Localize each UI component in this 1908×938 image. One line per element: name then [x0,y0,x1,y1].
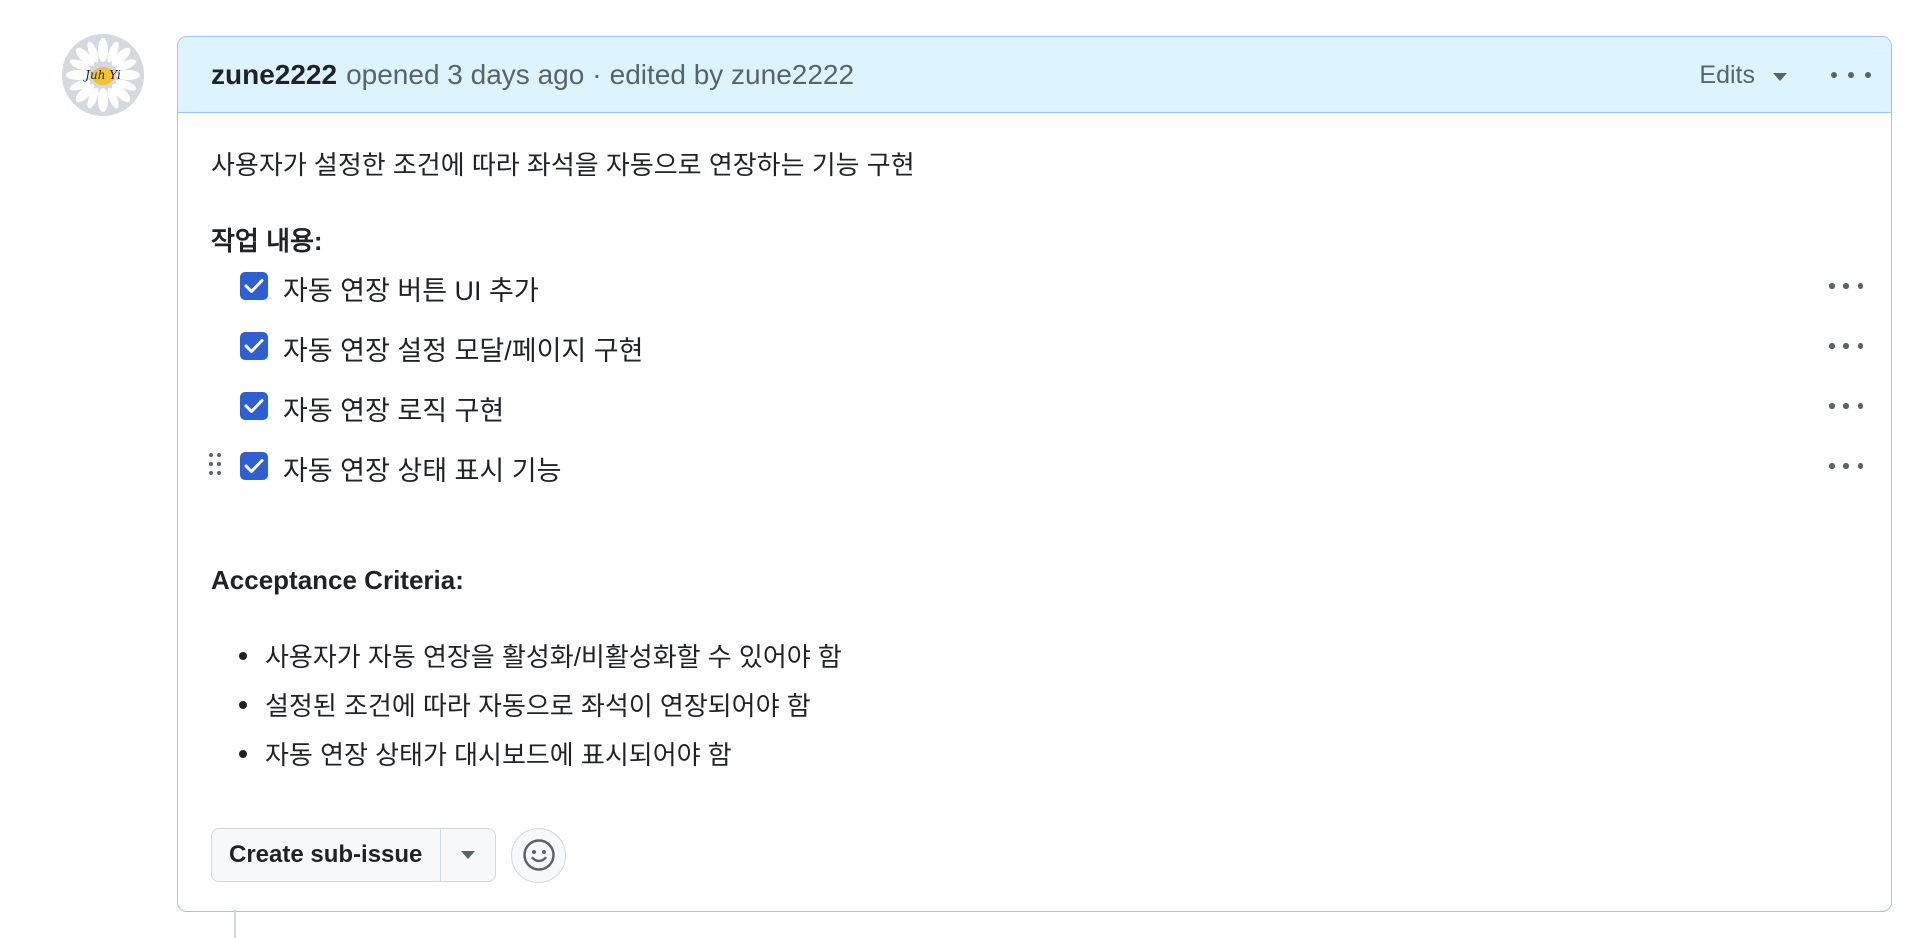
grabber-dot [209,471,213,475]
list-item: 설정된 조건에 따라 자동으로 좌석이 연장되어야 함 [239,686,811,723]
bullet-icon [239,700,247,709]
task-checkbox[interactable] [240,452,268,480]
create-sub-issue-button[interactable]: Create sub-issue [212,829,440,881]
issue-comment-box: zune2222 opened 3 days ago · edited by zun… [177,36,1892,912]
task-options-button[interactable] [1829,281,1863,291]
comment-header: zune2222 opened 3 days ago · edited by zun… [178,37,1891,113]
grabber-icon[interactable] [209,453,221,477]
task-options-button[interactable] [1829,401,1863,411]
author-avatar[interactable]: Juh Yi [62,34,144,116]
kebab-horizontal-icon [1829,283,1835,289]
task-item: 자동 연장 버튼 UI 추가 [178,261,1891,311]
edits-label: Edits [1699,60,1755,89]
check-icon [244,459,264,473]
edited-by-text[interactable]: edited by zune2222 [610,59,854,90]
kebab-horizontal-icon [1831,72,1837,78]
kebab-dot [1843,463,1849,469]
kebab-dot [1857,283,1863,289]
list-item-text: 자동 연장 상태가 대시보드에 표시되어야 함 [265,740,732,770]
task-label: 자동 연장 로직 구현 [283,396,505,426]
edits-dropdown[interactable]: Edits [1699,37,1787,113]
task-label: 자동 연장 상태 표시 기능 [283,456,562,486]
task-options-button[interactable] [1829,461,1863,471]
task-label: 자동 연장 설정 모달/페이지 구현 [283,336,644,366]
author-link[interactable]: zune2222 [211,59,337,91]
grabber-dot [209,462,213,466]
kebab-dot [1857,343,1863,349]
avatar-signature: Juh Yi [82,68,121,82]
check-icon [244,279,264,293]
intro-text: 사용자가 설정한 조건에 따라 좌석을 자동으로 연장하는 기능 구현 [211,150,915,180]
kebab-dot [1843,403,1849,409]
kebab-horizontal-icon [1829,343,1835,349]
bullet-icon [239,651,247,660]
timeline-connector [234,910,236,938]
create-sub-issue-menu-button[interactable] [440,829,495,881]
add-reaction-button[interactable] [511,827,567,883]
task-label: 자동 연장 버튼 UI 추가 [283,276,539,306]
triangle-down-icon [1773,72,1787,81]
issue-comment-area: Juh Yi zune2222 opened 3 days ago · edited… [0,0,1908,938]
task-checkbox[interactable] [240,332,268,360]
tasks-heading: 작업 내용: [211,226,323,256]
kebab-dot [1857,403,1863,409]
bullet-icon [239,749,247,758]
kebab-dot [1857,463,1863,469]
acceptance-criteria-heading: Acceptance Criteria: [211,565,464,595]
comment-options-button[interactable] [1831,60,1871,90]
grabber-dot [217,453,221,457]
task-options-button[interactable] [1829,341,1863,351]
kebab-dot [1848,72,1854,78]
kebab-dot [1843,283,1849,289]
opened-timestamp[interactable]: opened 3 days ago [346,59,584,90]
kebab-horizontal-icon [1829,403,1835,409]
task-item: 자동 연장 설정 모달/페이지 구현 [178,321,1891,371]
comment-meta: opened 3 days ago · edited by zune2222 [346,59,854,91]
kebab-horizontal-icon [1829,463,1835,469]
list-item-text: 사용자가 자동 연장을 활성화/비활성화할 수 있어야 함 [265,642,842,672]
task-item: 자동 연장 상태 표시 기능 [178,441,1891,491]
list-item: 자동 연장 상태가 대시보드에 표시되어야 함 [239,735,732,772]
daisy-avatar-image: Juh Yi [62,34,144,116]
triangle-down-icon [461,851,476,859]
task-checkbox[interactable] [240,392,268,420]
meta-separator: · [592,58,602,90]
grabber-dot [217,471,221,475]
grabber-dot [217,462,221,466]
smiley-icon [523,839,555,871]
list-item-text: 설정된 조건에 따라 자동으로 좌석이 연장되어야 함 [265,691,811,721]
task-checkbox[interactable] [240,272,268,300]
task-item: 자동 연장 로직 구현 [178,381,1891,431]
check-icon [244,399,264,413]
grabber-dot [209,453,213,457]
kebab-dot [1865,72,1871,78]
kebab-dot [1843,343,1849,349]
create-sub-issue-split-button: Create sub-issue [211,828,497,882]
comment-actions: Create sub-issue [211,827,567,883]
list-item: 사용자가 자동 연장을 활성화/비활성화할 수 있어야 함 [239,637,842,674]
check-icon [244,339,264,353]
